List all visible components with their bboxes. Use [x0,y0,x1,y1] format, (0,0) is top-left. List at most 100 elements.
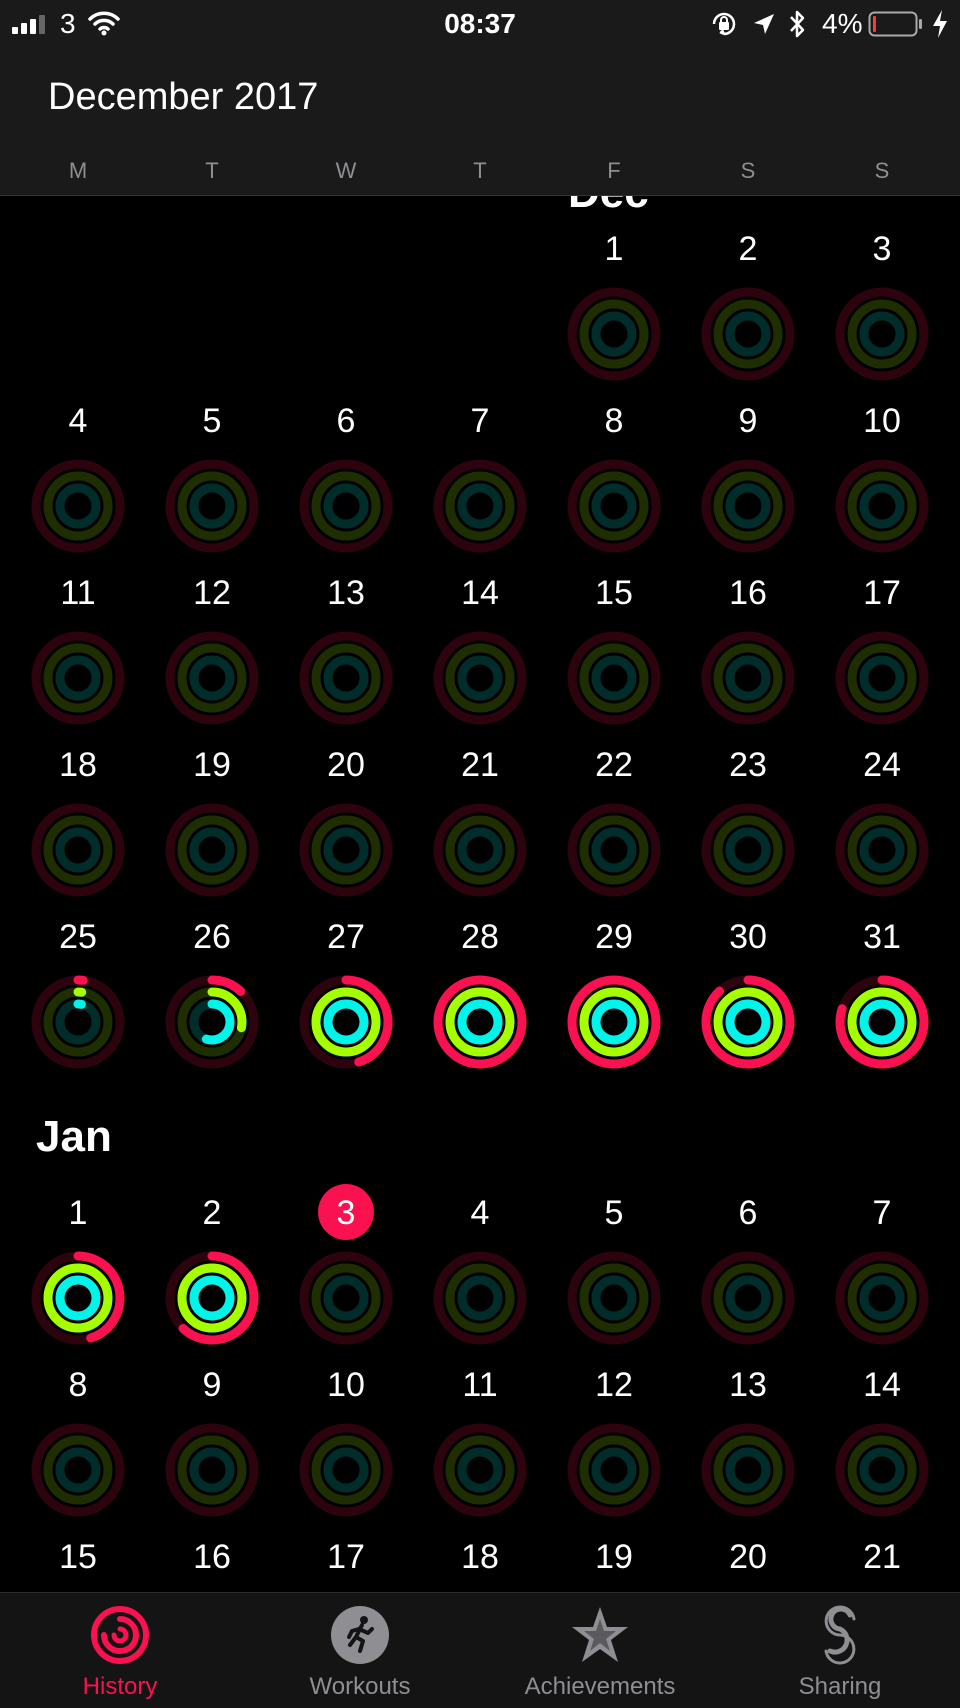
activity-rings [834,286,930,382]
charging-bolt-icon [933,10,947,38]
activity-calendar[interactable]: Dec1234567891011121314151617181920212223… [0,196,960,1592]
activity-rings [164,1250,260,1346]
activity-rings [298,1422,394,1518]
day-number: 13 [327,574,365,612]
activity-rings [700,286,796,382]
weekday-label: W [335,158,357,183]
activity-rings [432,802,528,898]
day-number: 31 [863,918,901,956]
day-number: 8 [604,402,624,440]
activity-rings [164,458,260,554]
activity-rings [164,802,260,898]
stand-ring-track [859,483,905,529]
stand-ring-progress [323,999,369,1045]
day-number: 30 [729,918,767,956]
activity-rings [432,974,528,1070]
day-number: 1 [68,1194,88,1232]
day-number: 22 [595,746,633,784]
day-number: 12 [595,1366,633,1404]
activity-rings [700,802,796,898]
day-number: 11 [60,574,96,612]
day-number: 25 [59,918,97,956]
stand-ring-track [859,827,905,873]
stand-ring-track [591,311,637,357]
day-number: 8 [68,1366,88,1404]
activity-rings [566,802,662,898]
activity-rings [566,458,662,554]
stand-ring-track [457,655,503,701]
stand-ring-track [725,655,771,701]
stand-ring-track [189,655,235,701]
tab-label: Workouts [309,1673,411,1700]
day-number: 1 [604,230,624,268]
stand-ring-track [323,655,369,701]
activity-rings [700,458,796,554]
tab-workouts[interactable]: Workouts [240,1593,480,1708]
stand-ring-track [55,999,101,1045]
day-number: 11 [462,1366,498,1404]
stand-ring-track [457,1447,503,1493]
day-number: 7 [872,1194,892,1232]
stand-ring-track [457,1275,503,1321]
weekday-label: T [205,158,219,183]
day-number: 17 [863,574,901,612]
activity-rings [164,1422,260,1518]
day-number: 4 [470,1194,490,1232]
day-number: 28 [461,918,499,956]
day-number: 3 [872,230,892,268]
tab-bar: History Workouts Achievements Sharing [0,1592,960,1708]
stand-ring-track [189,483,235,529]
day-number: 21 [863,1538,901,1576]
battery-percentage: 4% [822,8,863,39]
weekday-label: F [607,158,621,183]
day-number: 27 [327,918,365,956]
day-number: 19 [193,746,231,784]
activity-rings [164,974,260,1070]
stand-ring-track [859,311,905,357]
status-bar: 3 08:37 4% [0,0,960,48]
tab-achievements[interactable]: Achievements [480,1593,720,1708]
stand-ring-progress [457,999,503,1045]
day-number: 16 [193,1538,231,1576]
day-number: 10 [327,1366,365,1404]
day-number: 14 [863,1366,901,1404]
stand-ring-track [457,827,503,873]
day-number: 2 [202,1194,222,1232]
day-number: 14 [461,574,499,612]
activity-rings [30,1422,126,1518]
stand-ring-track [323,827,369,873]
activity-rings [298,1250,394,1346]
status-time: 08:37 [444,8,516,39]
bluetooth-icon [790,10,805,38]
day-number: 23 [729,746,767,784]
day-number: 15 [595,574,633,612]
stand-ring-progress [859,999,905,1045]
stand-ring-track [591,1447,637,1493]
activity-rings [432,1422,528,1518]
tab-label: Achievements [524,1673,676,1700]
star-badge-icon [572,1607,628,1662]
tab-history[interactable]: History [0,1593,240,1708]
page-title: December 2017 [48,76,319,118]
activity-rings [298,630,394,726]
stand-ring-track [323,1447,369,1493]
day-number: 5 [202,402,222,440]
day-number: 9 [202,1366,222,1404]
day-number: 16 [729,574,767,612]
calendar-header: December 2017 M T W T F S S [0,48,960,196]
weekday-label: M [68,158,88,183]
activity-rings [566,286,662,382]
weekday-label: S [874,158,890,183]
tab-label: Sharing [798,1673,882,1700]
activity-rings [30,630,126,726]
tab-sharing[interactable]: Sharing [720,1593,960,1708]
stand-ring-track [725,827,771,873]
stand-ring-track [55,827,101,873]
day-number: 13 [729,1366,767,1404]
day-number: 26 [193,918,231,956]
stand-ring-track [323,483,369,529]
day-number: 6 [738,1194,758,1232]
activity-rings [30,1250,126,1346]
running-figure-icon [331,1606,389,1664]
stand-ring-track [189,827,235,873]
